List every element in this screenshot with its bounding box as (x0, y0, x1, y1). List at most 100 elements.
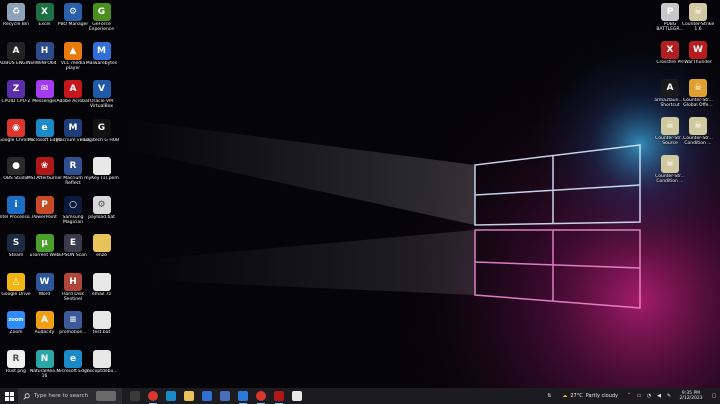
language-icon[interactable]: ✎ (664, 388, 674, 404)
taskbar-app-button[interactable] (252, 388, 270, 404)
macrium-icon: M (64, 118, 82, 137)
desktop-icon[interactable]: G GeForce Experience (86, 3, 118, 32)
taskbar-app-button[interactable] (288, 388, 306, 404)
desktop-icon-label: payload.bat (88, 214, 115, 220)
desktop-icon-label: Malwarebytes (85, 60, 118, 66)
battery-icon[interactable]: ▭ (634, 388, 644, 404)
weather-condition: Partly cloudy (585, 393, 618, 399)
search-icon (23, 392, 30, 400)
task-view-icon (130, 391, 140, 401)
desktop-icon[interactable]: ☠ Counter-Str... Condition ... (682, 117, 714, 146)
taskbar-search-box[interactable] (18, 388, 122, 404)
recycle-bin-icon: ♻ (7, 3, 25, 21)
cpuz-icon: Z (7, 80, 25, 98)
chrome-icon: ◉ (7, 118, 25, 137)
file-icon (92, 157, 111, 175)
excel-icon: X (35, 3, 54, 21)
microsoft-store-icon (220, 391, 230, 401)
volume-icon[interactable]: ◀ (654, 388, 664, 404)
taskbar-app-button[interactable] (144, 388, 162, 404)
batch-file-icon (92, 311, 111, 329)
warthunder-icon: W (689, 41, 707, 59)
desktop-icon[interactable]: ▲ VLC media player (57, 41, 89, 71)
edge-icon: e (64, 349, 82, 368)
desktop-icon-label: enzo (96, 253, 107, 258)
arma3-icon: A (661, 79, 679, 97)
word-icon: W (35, 272, 54, 291)
desktop-icon[interactable]: ○ Samsung Magician (57, 195, 89, 225)
chrome-icon (256, 391, 266, 401)
show-hidden-icons-button[interactable]: ˄ (624, 388, 634, 404)
taskbar-app-button[interactable] (270, 388, 288, 404)
google-drive-icon: △ (7, 272, 25, 291)
image-file-icon: R (7, 349, 25, 368)
network-activity-icon[interactable]: ⇅ (542, 388, 556, 404)
powerpoint-icon: P (35, 195, 54, 214)
clock[interactable]: 9:35 PM 2/12/2023 (674, 388, 708, 404)
desktop-icon[interactable]: G Logitech G HUB (83, 118, 120, 143)
mail-icon (202, 391, 212, 401)
desktop-icon-label: Counter-Strike 1.6 (681, 22, 715, 33)
epson-icon: E (64, 234, 82, 252)
search-input[interactable] (30, 393, 94, 399)
edge-icon: e (35, 118, 54, 137)
desktop-icon-label: Counter-Str... Global Offe... (683, 98, 713, 109)
afterburner-icon: ❀ (35, 157, 54, 175)
notification-center-icon[interactable]: ▢ (708, 388, 720, 404)
zoom-icon: zoom (7, 311, 25, 329)
logitech-icon: G (92, 118, 111, 137)
desktop-icon[interactable]: M Malwarebytes (85, 41, 118, 66)
desktop-icon[interactable]: H Hard Disk Sentinel (57, 272, 89, 302)
utorrent-icon: µ (35, 234, 54, 252)
windows-start-icon (4, 391, 14, 401)
audacity-icon: A (35, 311, 54, 329)
taskbar-app-button[interactable] (180, 388, 198, 404)
shield-icon (292, 391, 302, 401)
folder-icon (92, 234, 111, 252)
desktop-icon[interactable]: R Macrium Reflect (57, 157, 89, 186)
desktop-icon-label: Logitech G HUB (83, 137, 120, 143)
desktop-icon-label: myKey (1).pem (84, 176, 119, 181)
desktop-icon[interactable]: mscoptdebu... (85, 349, 118, 374)
desktop-icon[interactable]: W WarThunder (682, 41, 714, 65)
taskbar-app-button[interactable] (162, 388, 180, 404)
desktop-icon-label: mscoptdebu... (85, 368, 118, 374)
taskbar-pinned-apps (126, 388, 306, 404)
taskbar: ⇅ ☁ 27°C Partly cloudy ˄ ▭ ◔ ◀ ✎ 9:35 PM… (0, 388, 720, 404)
desktop-icon-label: GeForce Experience (88, 22, 115, 33)
desktop-icon[interactable]: ⚙ payload.bat (86, 195, 118, 220)
desktop-icon[interactable]: test.bat (86, 311, 118, 335)
desktop-icon-label: WarThunder (684, 60, 712, 65)
taskbar-app-button[interactable] (126, 388, 144, 404)
document-icon: ≡ (64, 311, 82, 329)
taskbar-app-button[interactable] (234, 388, 252, 404)
desktop-icon[interactable]: ☠ Counter-Strike 1.6 (682, 3, 714, 32)
taskbar-app-button[interactable] (216, 388, 234, 404)
desktop-icon[interactable]: ☠ Counter-Str... Condition ... (654, 155, 686, 184)
desktop-icon[interactable]: email.7z (86, 272, 118, 297)
chrome-icon (148, 391, 158, 401)
vscode-icon (238, 391, 248, 401)
cscz-icon: ☠ (661, 155, 679, 173)
desktop-icon[interactable]: myKey (1).pem (84, 157, 119, 181)
desktop-icon-label: email.7z (91, 291, 112, 297)
desktop-icon[interactable]: enzo (86, 234, 118, 258)
start-button[interactable] (0, 388, 18, 404)
crossfire-icon: X (661, 41, 679, 59)
desktop-icon-label: Oracle VM VirtualBox (89, 99, 114, 110)
weather-widget[interactable]: ☁ 27°C Partly cloudy (556, 388, 624, 404)
network-icon[interactable]: ◔ (644, 388, 654, 404)
clock-date: 2/12/2023 (679, 396, 703, 401)
messenger-icon: ✉ (35, 80, 54, 98)
virtualbox-icon: V (92, 80, 111, 98)
desktop-icon[interactable]: ☠ Counter-Str... Global Offe... (682, 79, 714, 108)
hdsentinel-icon: H (64, 272, 82, 291)
intel-icon: i (7, 195, 25, 214)
taskbar-app-button[interactable] (198, 388, 216, 404)
cscz-icon: ☠ (689, 117, 707, 135)
macrium-reflect-icon: R (64, 157, 82, 175)
desktop-icon[interactable]: V Oracle VM VirtualBox (86, 80, 118, 109)
batch-file-icon: ⚙ (92, 195, 111, 214)
obs-icon: ● (7, 157, 25, 175)
desktop-icon[interactable]: N NaturalRea... 16 (29, 349, 61, 379)
